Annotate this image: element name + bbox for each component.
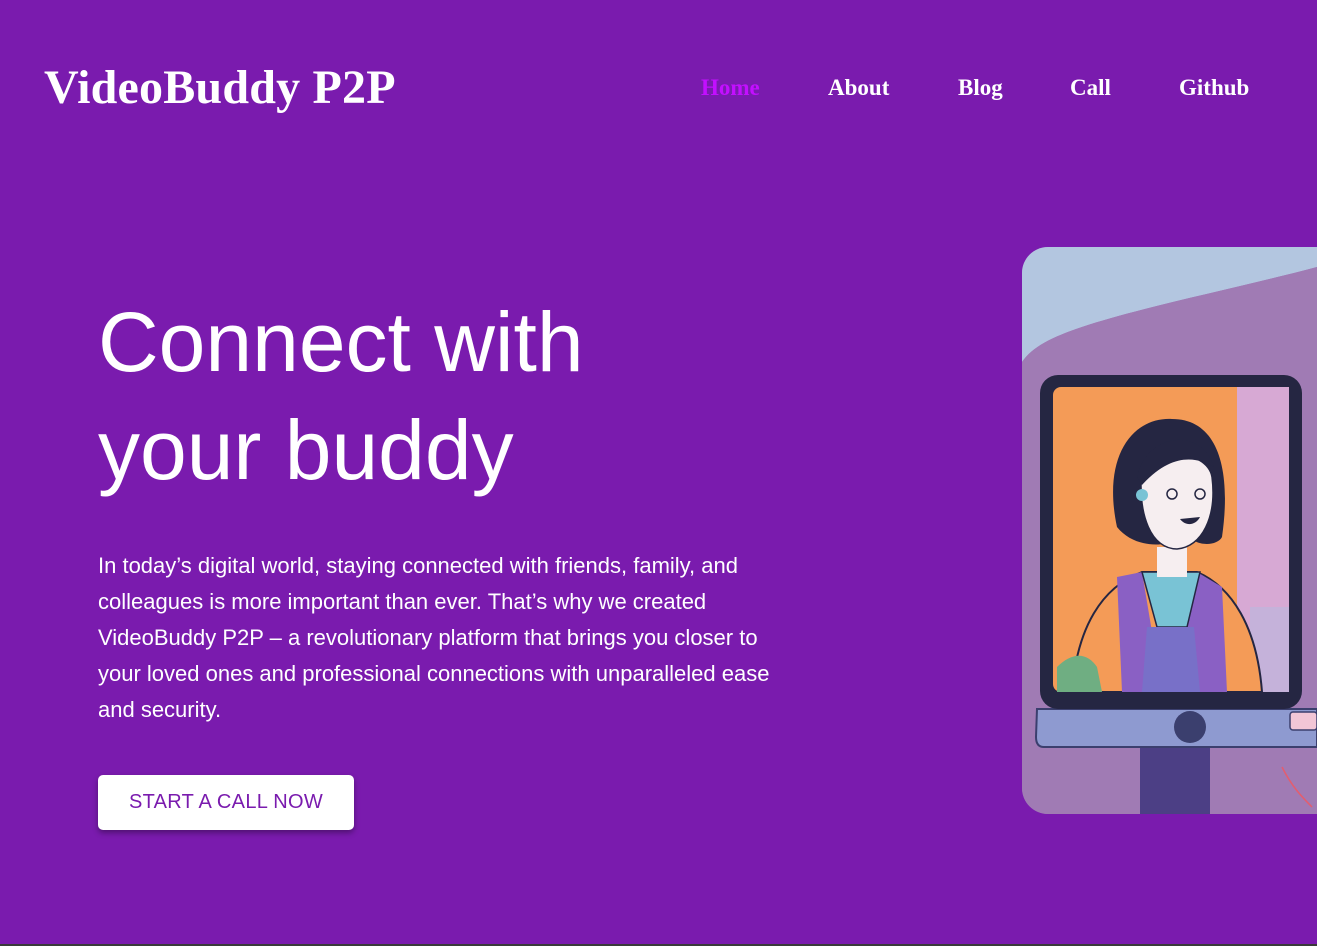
nav-item-about[interactable]: About [828, 72, 889, 104]
nav-item-home[interactable]: Home [701, 72, 760, 104]
hero-title-line1: Connect with [98, 295, 584, 389]
hero-title-line2: your buddy [98, 403, 514, 497]
hero-description: In today’s digital world, staying connec… [98, 553, 770, 722]
video-call-illustration-icon [1022, 247, 1317, 814]
hero-title: Connect with your buddy [98, 288, 738, 504]
nav-item-call[interactable]: Call [1070, 72, 1111, 104]
nav-item-blog[interactable]: Blog [958, 72, 1003, 104]
start-call-button[interactable]: START A CALL NOW [98, 775, 354, 830]
nav-item-github[interactable]: Github [1179, 72, 1249, 104]
site-header: VideoBuddy P2P Home About Blog Call Gith… [0, 0, 1317, 170]
video-call-illustration [1022, 247, 1317, 814]
main-nav: Home About Blog Call Github [0, 72, 1317, 104]
